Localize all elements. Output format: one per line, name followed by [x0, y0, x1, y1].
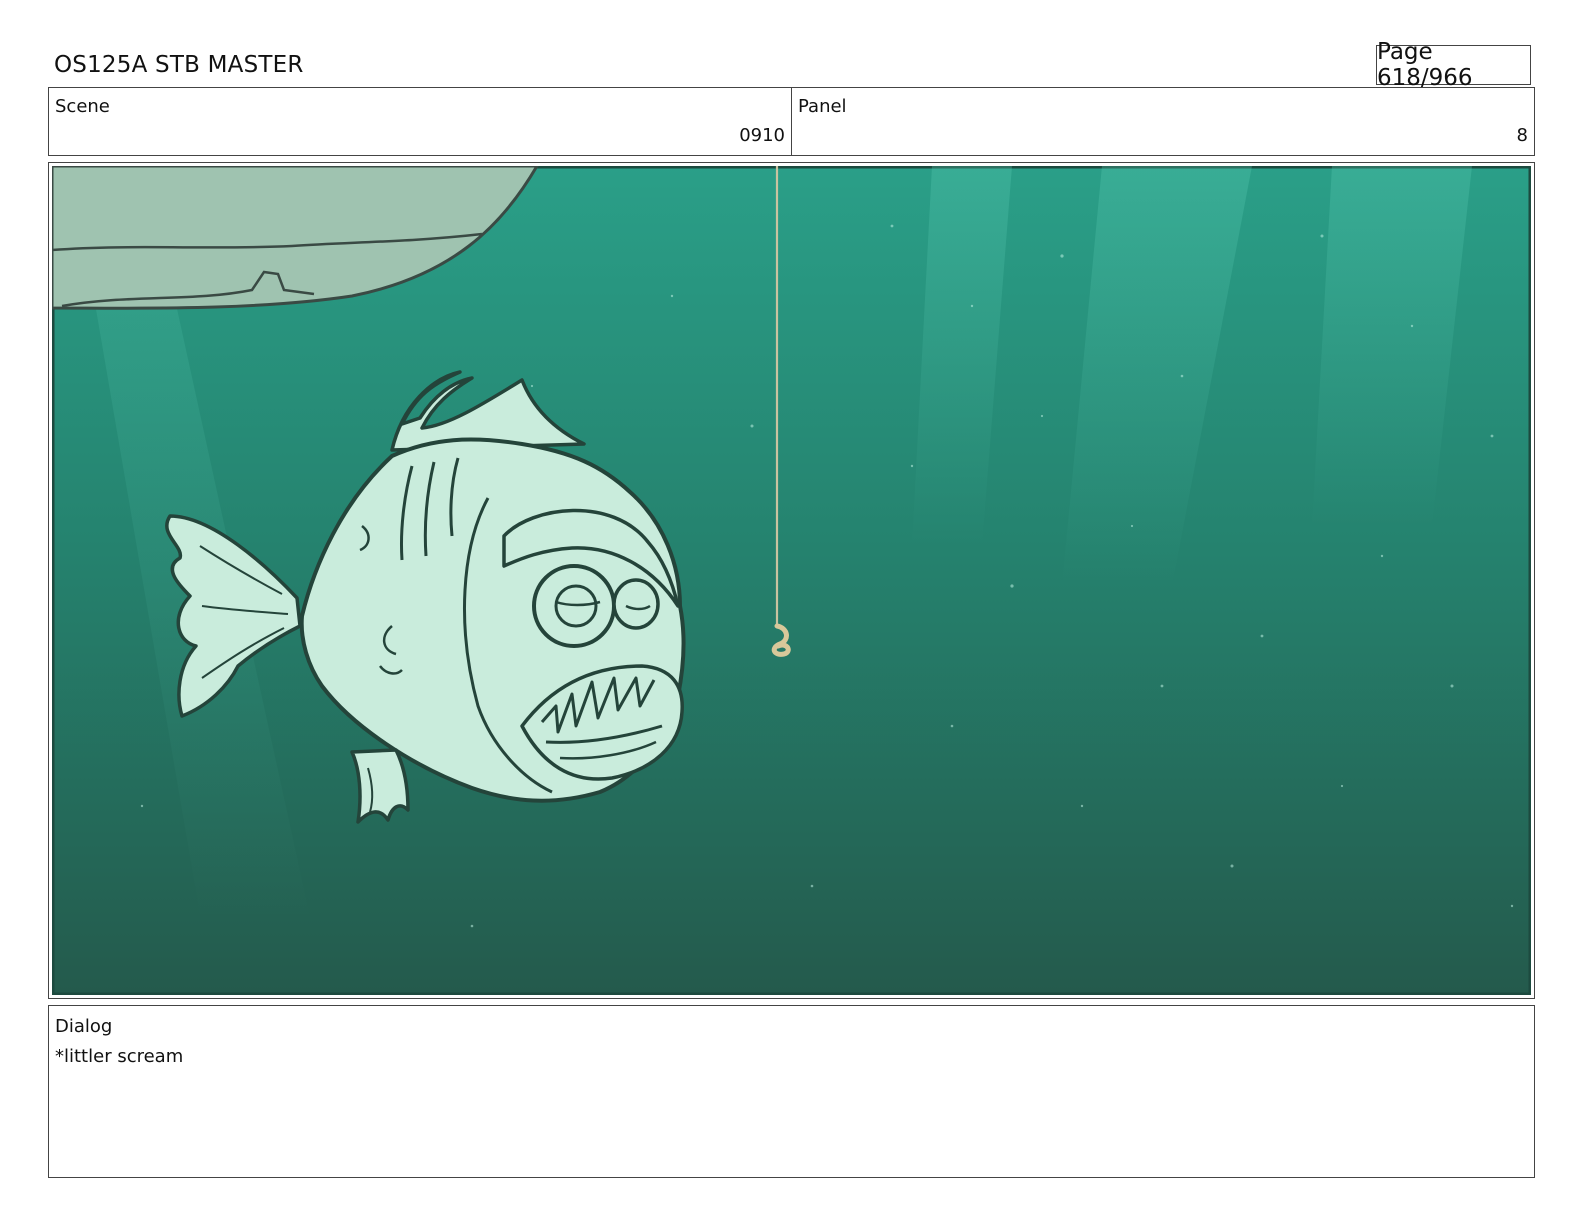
- fish-eye-right: [612, 578, 660, 630]
- panel-number: 8: [1516, 125, 1528, 146]
- panel-label: Panel: [798, 96, 847, 117]
- doc-title: OS125A STB MASTER: [54, 52, 304, 78]
- scene-label: Scene: [55, 96, 110, 117]
- panel-cell: Panel 8: [791, 88, 1534, 155]
- dialog-label: Dialog: [55, 1016, 113, 1037]
- scene-cell: Scene 0910: [49, 88, 791, 155]
- dialog-box: Dialog *littler scream: [48, 1005, 1535, 1178]
- dialog-text: *littler scream: [55, 1046, 184, 1067]
- scene-number: 0910: [739, 125, 785, 146]
- storyboard-panel-frame: [48, 162, 1535, 999]
- page-number-box: Page 618/966: [1376, 39, 1531, 91]
- storyboard-artwork: [52, 166, 1531, 995]
- scene-panel-row: Scene 0910 Panel 8: [48, 87, 1535, 156]
